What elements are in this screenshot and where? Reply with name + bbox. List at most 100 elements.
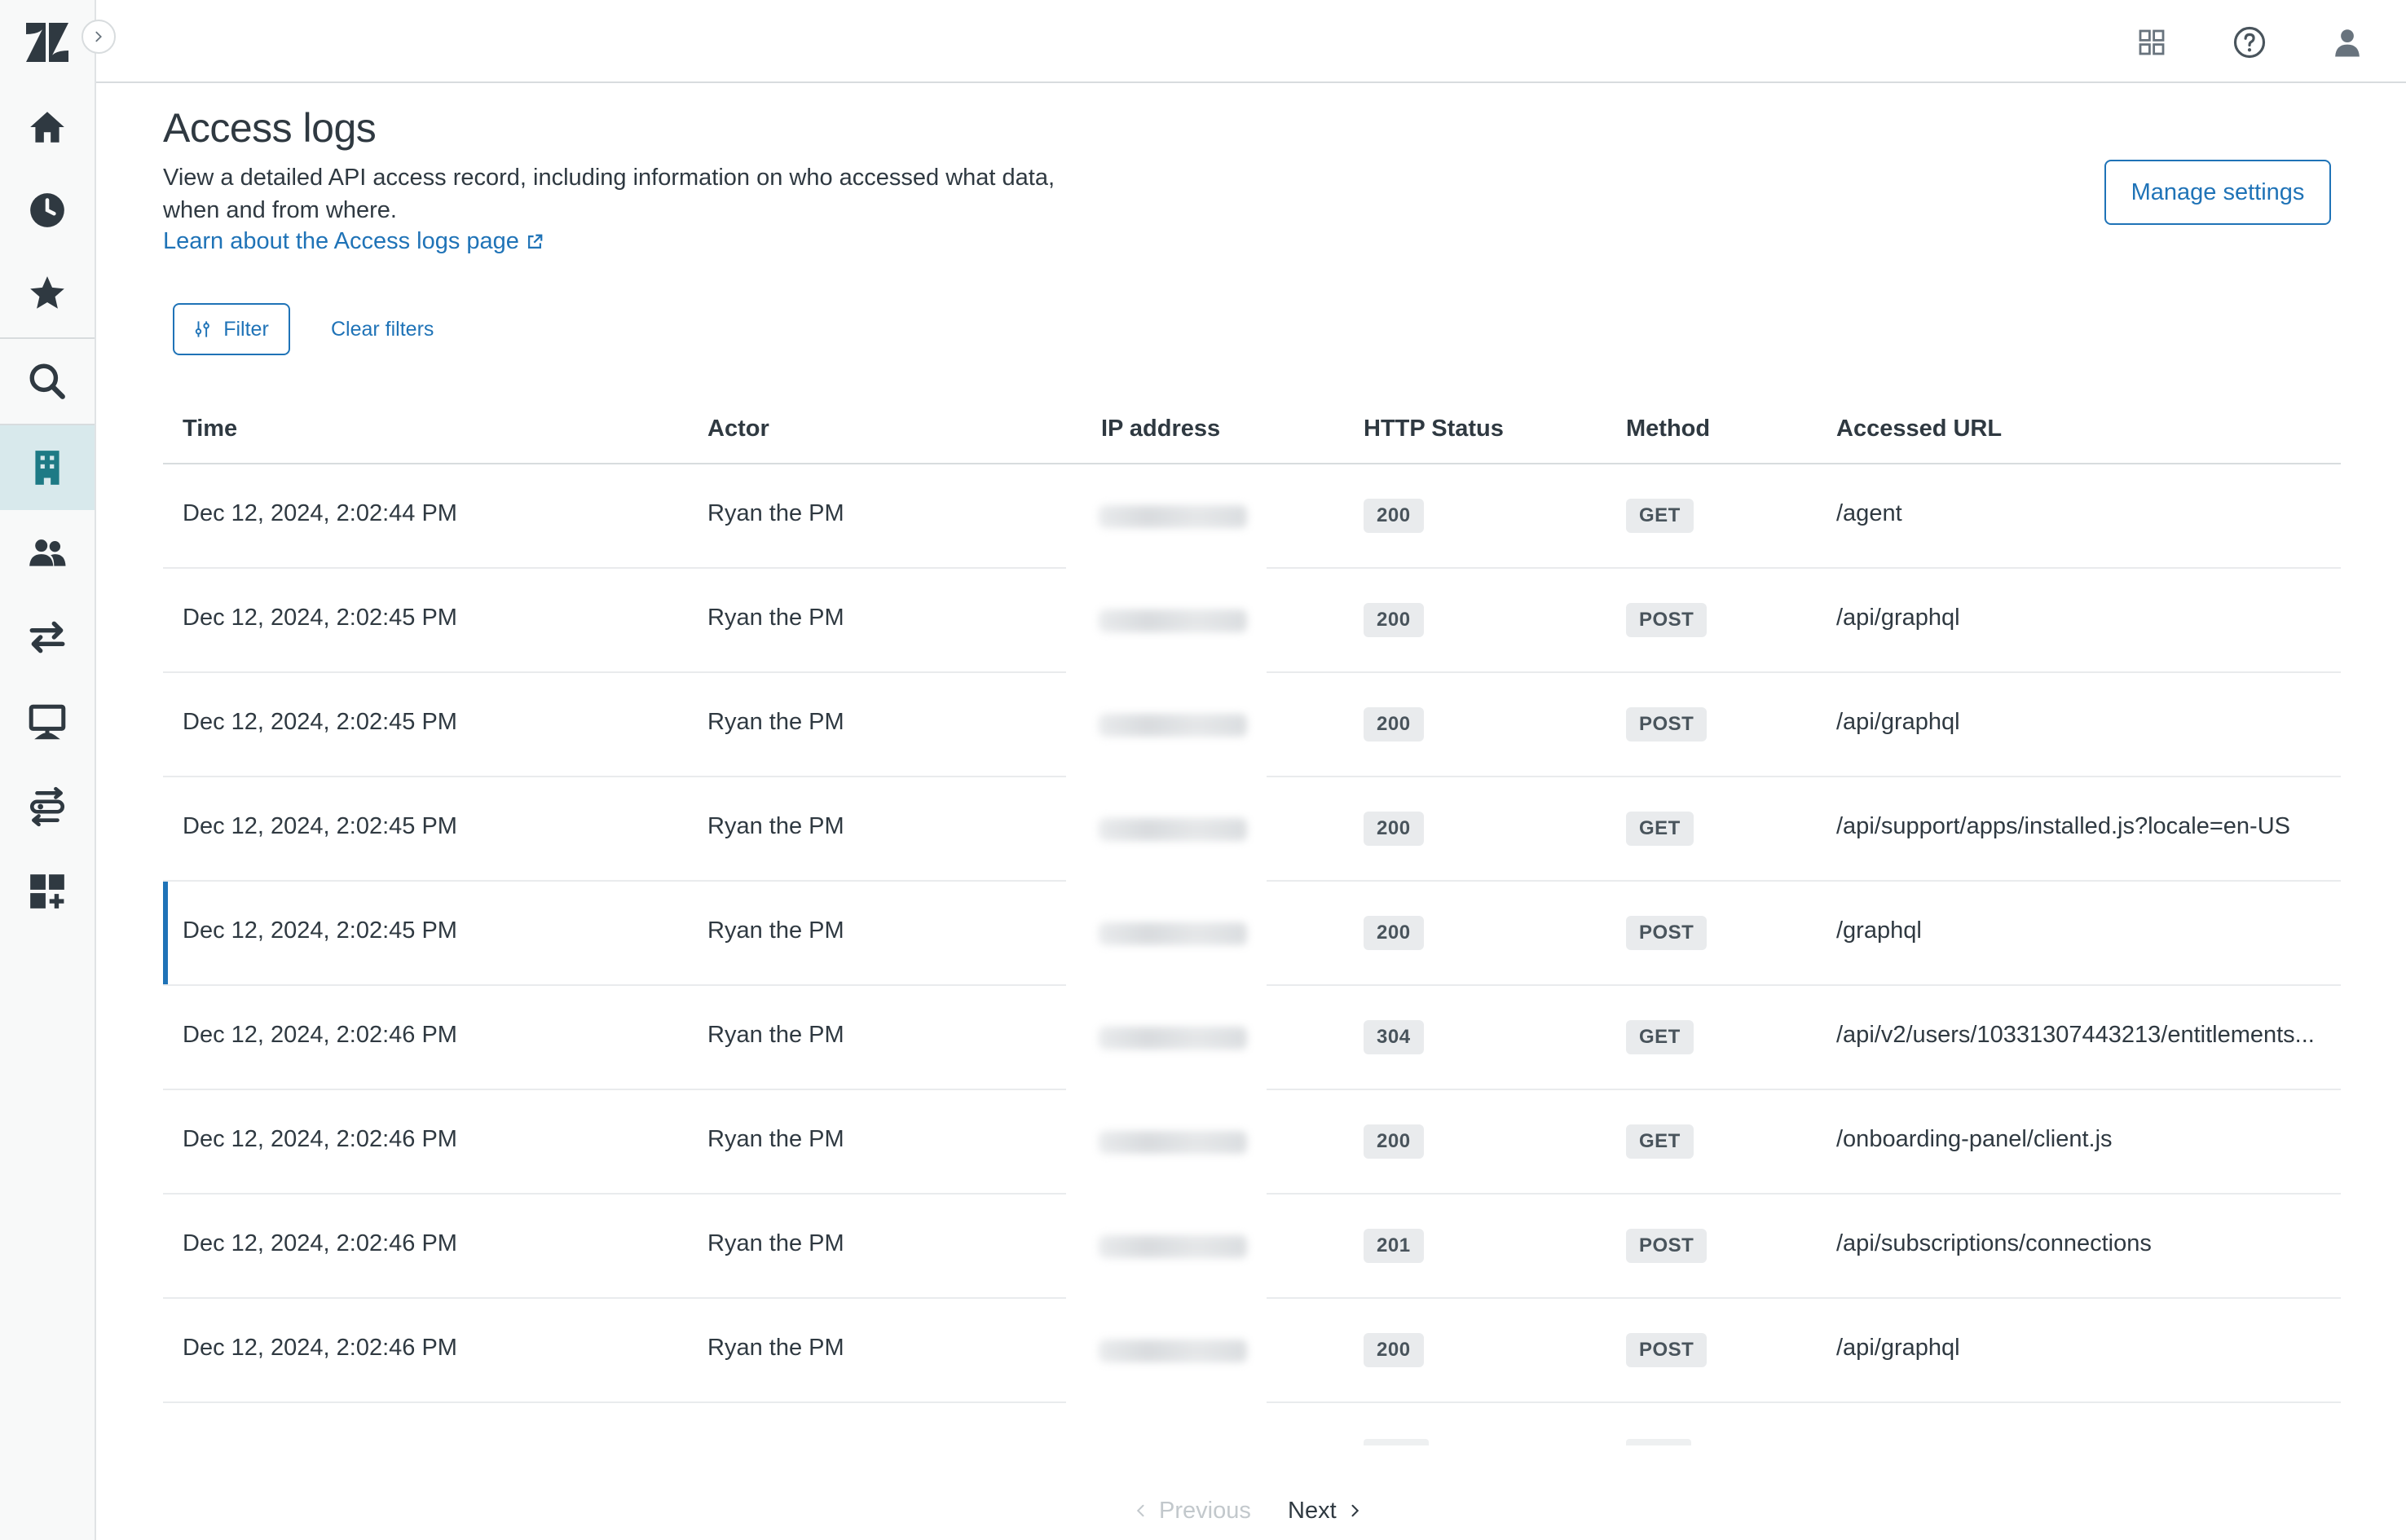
cell-ip-redacted — [1099, 1340, 1247, 1362]
grid-icon — [2139, 29, 2165, 55]
nav-divider — [0, 337, 95, 339]
table-row[interactable]: Dec 12, 2024, 2:02:44 PM Ryan the PM 200… — [163, 464, 2341, 569]
table-header: Time Actor IP address HTTP Status Method… — [163, 396, 2341, 464]
table-row[interactable]: Dec 12, 2024, 2:02:46 PM Ryan the PM 200… — [163, 1299, 2341, 1403]
cell-ip-redacted — [1099, 609, 1247, 632]
learn-more-link[interactable]: Learn about the Access logs page — [163, 228, 544, 255]
column-header-time[interactable]: Time — [183, 416, 237, 442]
profile-button[interactable] — [2324, 20, 2370, 65]
cell-actor: Ryan the PM — [707, 813, 844, 839]
cell-accessed-url: /agent — [1836, 500, 1902, 526]
sidebar-item-home[interactable] — [0, 86, 95, 168]
cell-ip-redacted — [1099, 1027, 1247, 1049]
routing-icon — [29, 786, 65, 827]
status-badge: 200 — [1364, 916, 1424, 950]
clear-filters-button[interactable]: Clear filters — [319, 303, 445, 355]
cell-accessed-url: /api/subscriptions/connections — [1836, 1230, 2152, 1256]
help-icon — [2233, 26, 2266, 59]
zendesk-logo[interactable] — [23, 20, 72, 65]
top-bar — [96, 0, 2406, 83]
cell-actor: Ryan the PM — [707, 1230, 844, 1256]
status-badge: 200 — [1364, 812, 1424, 846]
sidebar-item-account[interactable] — [0, 425, 95, 510]
cell-time: Dec 12, 2024, 2:02:46 PM — [183, 1335, 457, 1361]
method-badge: POST — [1626, 916, 1708, 950]
cell-accessed-url: /api/graphql — [1836, 1335, 1960, 1361]
column-header-method[interactable]: Method — [1626, 416, 1710, 442]
table-row-selected[interactable]: Dec 12, 2024, 2:02:45 PM Ryan the PM 200… — [163, 882, 2341, 986]
user-icon — [2335, 29, 2360, 57]
cell-actor: Ryan the PM — [707, 1022, 844, 1048]
column-header-http-status[interactable]: HTTP Status — [1364, 416, 1504, 442]
cell-actor: Ryan the PM — [707, 605, 844, 631]
sidebar-item-recent[interactable] — [0, 169, 95, 251]
cell-time: Dec 12, 2024, 2:02:46 PM — [183, 1230, 457, 1256]
column-header-ip-address[interactable]: IP address — [1101, 416, 1220, 442]
method-badge: POST — [1626, 603, 1708, 637]
cell-accessed-url: /api/graphql — [1836, 709, 1960, 735]
star-icon — [30, 276, 64, 309]
cell-ip-redacted — [1099, 922, 1247, 945]
previous-page-button[interactable]: Previous — [1133, 1488, 1251, 1533]
home-icon — [30, 112, 64, 143]
status-badge: 200 — [1364, 1333, 1424, 1367]
cell-ip-redacted — [1099, 1235, 1247, 1258]
row-selection-indicator — [163, 882, 168, 986]
cell-actor: Ryan the PM — [707, 1335, 844, 1361]
next-row-status-peek — [1364, 1439, 1429, 1445]
previous-page-label: Previous — [1159, 1497, 1251, 1524]
table-row[interactable]: Dec 12, 2024, 2:02:46 PM Ryan the PM 304… — [163, 986, 2341, 1090]
apps-button[interactable] — [2129, 20, 2175, 65]
clock-icon — [30, 193, 64, 227]
status-badge: 200 — [1364, 499, 1424, 533]
next-page-button[interactable]: Next — [1288, 1488, 1363, 1533]
column-header-actor[interactable]: Actor — [707, 416, 769, 442]
sidebar-item-favorites[interactable] — [0, 253, 95, 334]
cell-ip-redacted — [1099, 505, 1247, 528]
table-row[interactable]: Dec 12, 2024, 2:02:45 PM Ryan the PM 200… — [163, 673, 2341, 777]
sidebar-item-apps-integrations[interactable] — [0, 851, 95, 932]
table-row[interactable]: Dec 12, 2024, 2:02:46 PM Ryan the PM 201… — [163, 1195, 2341, 1299]
cell-accessed-url: /api/graphql — [1836, 605, 1960, 631]
sidebar-nav — [0, 0, 116, 1540]
column-header-accessed-url[interactable]: Accessed URL — [1836, 416, 2002, 442]
cell-actor: Ryan the PM — [707, 709, 844, 735]
next-page-label: Next — [1288, 1497, 1337, 1524]
cell-time: Dec 12, 2024, 2:02:46 PM — [183, 1126, 457, 1152]
sidebar-item-people[interactable] — [0, 512, 95, 593]
filter-button-label: Filter — [223, 317, 269, 341]
cell-time: Dec 12, 2024, 2:02:44 PM — [183, 500, 457, 526]
transfer-icon — [29, 621, 65, 653]
cell-actor: Ryan the PM — [707, 1126, 844, 1152]
cell-ip-redacted — [1099, 714, 1247, 737]
next-row-method-peek — [1626, 1439, 1691, 1445]
sidebar-item-search[interactable] — [0, 341, 95, 422]
cell-ip-redacted — [1099, 1131, 1247, 1154]
cell-time: Dec 12, 2024, 2:02:45 PM — [183, 709, 457, 735]
table-row[interactable]: Dec 12, 2024, 2:02:46 PM Ryan the PM 200… — [163, 1090, 2341, 1195]
cell-ip-redacted — [1099, 818, 1247, 841]
row-divider — [163, 1401, 2341, 1403]
sidebar-item-objects-rules[interactable] — [0, 596, 95, 678]
table-row[interactable]: Dec 12, 2024, 2:02:45 PM Ryan the PM 200… — [163, 569, 2341, 673]
cell-accessed-url: /graphql — [1836, 917, 1922, 944]
page-description: View a detailed API access record, inclu… — [163, 165, 1055, 223]
manage-settings-button[interactable]: Manage settings — [2104, 160, 2331, 225]
cell-time: Dec 12, 2024, 2:02:45 PM — [183, 605, 457, 631]
cell-actor: Ryan the PM — [707, 917, 844, 944]
table-row[interactable]: Dec 12, 2024, 2:02:45 PM Ryan the PM 200… — [163, 777, 2341, 882]
building-icon — [35, 451, 59, 485]
monitor-icon — [29, 704, 66, 740]
help-button[interactable] — [2227, 20, 2272, 65]
filter-sliders-icon — [196, 321, 210, 337]
sidebar-item-workspaces[interactable] — [0, 681, 95, 763]
sidebar-item-routing[interactable] — [0, 766, 95, 847]
status-badge: 200 — [1364, 1124, 1424, 1159]
people-icon — [29, 539, 66, 566]
cell-time: Dec 12, 2024, 2:02:46 PM — [183, 1022, 457, 1048]
cell-time: Dec 12, 2024, 2:02:45 PM — [183, 813, 457, 839]
expand-nav-button[interactable] — [82, 20, 116, 54]
filter-button[interactable]: Filter — [173, 303, 290, 355]
cell-accessed-url: /api/support/apps/installed.js?locale=en… — [1836, 813, 2290, 839]
cell-accessed-url: /api/v2/users/10331307443213/entitlement… — [1836, 1022, 2315, 1048]
